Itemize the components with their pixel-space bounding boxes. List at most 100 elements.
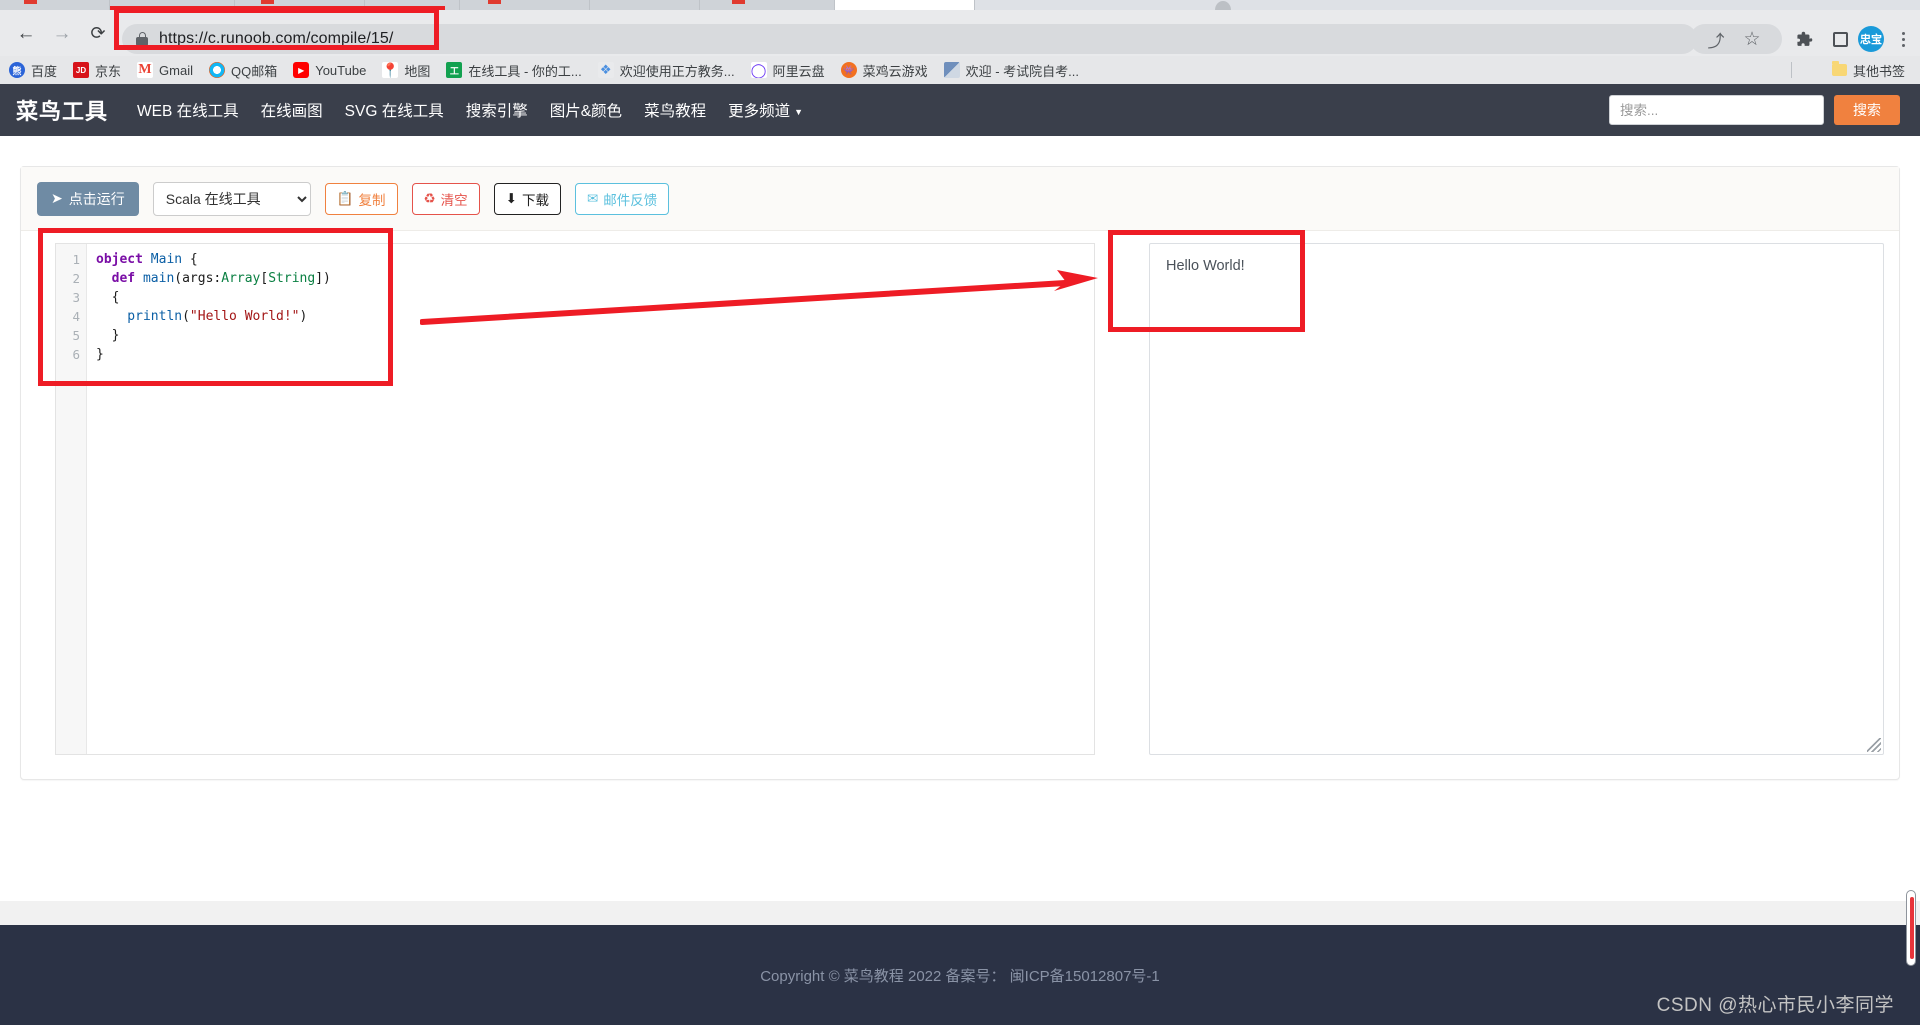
copy-button[interactable]: 📋 复制 [324, 182, 398, 215]
browser-menu-icon[interactable] [1895, 26, 1911, 52]
bookmark-star-icon[interactable]: ☆ [1738, 25, 1766, 53]
nav-item-images-colors[interactable]: 图片&颜色 [539, 99, 633, 121]
bookmark-label: 京东 [95, 63, 122, 79]
code-text[interactable]: object Main { def main(args:Array[String… [96, 250, 1090, 364]
code-token: "Hello World!" [189, 309, 300, 324]
line-number: 5 [72, 328, 80, 343]
mail-feedback-button[interactable]: ✉ 邮件反馈 [574, 182, 670, 215]
bookmark-label: 地图 [404, 63, 431, 79]
avatar[interactable]: 忠宝 [1858, 26, 1884, 52]
nav-item-draw[interactable]: 在线画图 [250, 99, 334, 121]
bookmark-label: 阿里云盘 [772, 63, 825, 79]
browser-tab[interactable] [700, 0, 835, 10]
output-panel[interactable]: Hello World! [1149, 243, 1884, 755]
line-number: 1 [72, 252, 80, 267]
code-line: } [96, 345, 1090, 364]
back-icon[interactable]: ← [12, 19, 40, 47]
nav-item-tutorials[interactable]: 菜鸟教程 [633, 99, 717, 121]
reload-icon[interactable]: ⟳ [84, 19, 112, 47]
code-token: String [268, 271, 316, 286]
bookmark-item-youtube[interactable]: ▶ YouTube [286, 58, 373, 82]
extensions-icon[interactable] [1790, 25, 1818, 53]
browser-tab-active[interactable] [835, 0, 975, 10]
code-token: Main [150, 252, 183, 267]
other-bookmarks-label: 其他书签 [1852, 63, 1905, 79]
resize-handle-icon[interactable] [1867, 738, 1881, 752]
bookmark-label: 菜鸡云游戏 [862, 63, 928, 79]
code-token: ) [299, 309, 308, 324]
bookmark-item-zfjw[interactable]: ❖ 欢迎使用正方教务... [591, 58, 742, 82]
nav-item-label: 更多频道 [728, 103, 791, 120]
bookmarks-divider [1791, 62, 1792, 78]
address-bar[interactable]: https://c.runoob.com/compile/15/ [122, 24, 1697, 54]
browser-tab[interactable] [0, 0, 110, 10]
code-token: println [96, 309, 183, 324]
copy-button-label: 复制 [358, 192, 386, 208]
bookmark-label: 欢迎使用正方教务... [619, 63, 735, 79]
page-scrollbar[interactable] [1906, 890, 1916, 966]
bookmark-label: QQ邮箱 [230, 63, 278, 79]
new-tab-button[interactable] [1215, 1, 1231, 10]
bookmark-item-aliyunpan[interactable]: ◯ 阿里云盘 [744, 58, 832, 82]
line-number: 4 [72, 309, 80, 324]
bookmark-label: Gmail [159, 62, 193, 78]
caiji-cloud-game-icon: 👾 [840, 62, 857, 78]
code-token: main [142, 271, 175, 286]
zfjw-icon: ❖ [597, 62, 614, 78]
code-token: { [96, 290, 120, 305]
tab-favicon [261, 0, 274, 4]
site-search-box[interactable] [1609, 95, 1824, 125]
code-editor[interactable]: 1 2 3 4 5 6 object Main { def main(args:… [55, 243, 1095, 755]
code-line: def main(args:Array[String]) [96, 269, 1090, 288]
bookmark-item-jd[interactable]: JD 京东 [66, 58, 128, 82]
map-pin-icon: 📍 [382, 62, 399, 78]
bookmark-item-kaoshiyuan[interactable]: 欢迎 - 考试院自考... [937, 58, 1086, 82]
nav-item-more-channels[interactable]: 更多频道 ▼ [717, 99, 814, 121]
bookmark-item-gmail[interactable]: M Gmail [130, 58, 200, 82]
output-text: Hello World! [1166, 258, 1245, 274]
site-navbar: 菜鸟工具 WEB 在线工具 在线画图 SVG 在线工具 搜索引擎 图片&颜色 菜… [0, 84, 1920, 136]
download-button[interactable]: ⬇ 下载 [493, 182, 561, 215]
mail-icon: ✉ [586, 190, 599, 206]
other-bookmarks-folder[interactable]: 其他书签 [1825, 58, 1912, 82]
qq-mail-icon [208, 62, 225, 78]
code-token: { [182, 252, 198, 267]
bookmark-item-qqmail[interactable]: QQ邮箱 [202, 58, 284, 82]
compiler-card: ➤ 点击运行 Scala 在线工具 📋 复制 ♻ 清空 ⬇ 下载 ✉ 邮件反馈 [20, 166, 1900, 780]
chevron-down-icon: ▼ [794, 107, 804, 117]
run-button[interactable]: ➤ 点击运行 [37, 181, 139, 216]
share-icon[interactable]: ⤴ [1702, 25, 1730, 53]
code-token: ]) [315, 271, 331, 286]
code-token: } [96, 347, 104, 362]
clear-button[interactable]: ♻ 清空 [411, 182, 480, 215]
forward-icon[interactable]: → [48, 19, 76, 47]
bookmark-item-online-tools[interactable]: 工 在线工具 - 你的工... [439, 58, 588, 82]
browser-tab-strip[interactable] [0, 0, 1920, 12]
side-panel-icon[interactable] [1826, 25, 1854, 53]
bookmark-item-caiji[interactable]: 👾 菜鸡云游戏 [834, 58, 935, 82]
browser-tab[interactable] [460, 0, 590, 10]
bookmark-item-baidu[interactable]: 熊 百度 [2, 58, 64, 82]
run-icon: ➤ [51, 190, 63, 206]
tab-strip-empty-area [1255, 0, 1920, 10]
code-line: println("Hello World!") [96, 307, 1090, 326]
bookmark-label: 在线工具 - 你的工... [468, 63, 582, 79]
nav-item-svg-tools[interactable]: SVG 在线工具 [334, 99, 455, 121]
lock-icon [136, 32, 148, 46]
code-token: Array [221, 271, 261, 286]
code-token: def [96, 271, 143, 286]
bookmark-item-maps[interactable]: 📍 地图 [375, 58, 437, 82]
code-line: object Main { [96, 250, 1090, 269]
language-select[interactable]: Scala 在线工具 [152, 181, 311, 216]
scrollbar-thumb[interactable] [1909, 897, 1914, 959]
address-bar-url: https://c.runoob.com/compile/15/ [159, 30, 394, 47]
search-input[interactable] [1610, 96, 1823, 124]
nav-item-search-engine[interactable]: 搜索引擎 [455, 99, 539, 121]
mail-feedback-label: 邮件反馈 [603, 192, 658, 208]
watermark: CSDN @热心市民小李同学 [1656, 995, 1894, 1016]
site-brand[interactable]: 菜鸟工具 [16, 94, 108, 126]
browser-toolbar: ← → ⟳ https://c.runoob.com/compile/15/ ⤴… [0, 10, 1920, 56]
browser-tab[interactable] [590, 0, 700, 10]
nav-item-web-tools[interactable]: WEB 在线工具 [126, 99, 250, 121]
search-button[interactable]: 搜索 [1834, 95, 1900, 125]
